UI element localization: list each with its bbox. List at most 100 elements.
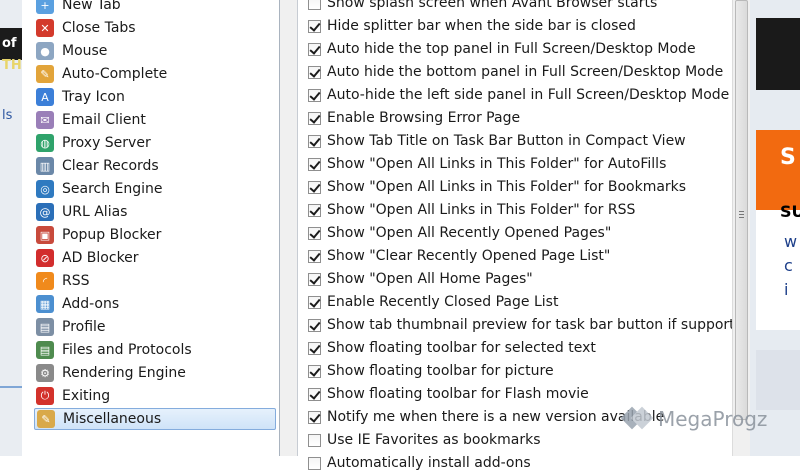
tree-item[interactable]: ⊘ AD Blocker	[34, 247, 276, 269]
option-checkbox[interactable]	[308, 433, 321, 447]
option-row[interactable]: Enable Recently Closed Page List	[308, 291, 558, 313]
option-label: Show "Open All Links in This Folder" for…	[327, 156, 667, 172]
option-label: Hide splitter bar when the side bar is c…	[327, 18, 636, 34]
tree-item-label: Close Tabs	[62, 20, 136, 36]
tree-item[interactable]: @ URL Alias	[34, 201, 276, 223]
tree-item-label: Add-ons	[62, 296, 120, 312]
tree-item[interactable]: ◍ Proxy Server	[34, 132, 276, 154]
option-checkbox[interactable]	[308, 295, 321, 309]
files-protocols-icon: ▤	[36, 341, 54, 359]
option-checkbox[interactable]	[308, 318, 321, 332]
option-label: Enable Recently Closed Page List	[327, 294, 559, 310]
option-row[interactable]: Show "Open All Links in This Folder" for…	[308, 153, 666, 175]
tree-item[interactable]: A Tray Icon	[34, 86, 276, 108]
tree-item-label: Popup Blocker	[62, 227, 162, 243]
option-checkbox[interactable]	[308, 0, 321, 10]
option-checkbox[interactable]	[308, 203, 321, 217]
tree-item[interactable]: ✉ Email Client	[34, 109, 276, 131]
option-checkbox[interactable]	[308, 364, 321, 378]
tree-item-label: Profile	[62, 319, 106, 335]
tree-item[interactable]: ▤ Profile	[34, 316, 276, 338]
option-row[interactable]: Use IE Favorites as bookmarks	[308, 429, 541, 451]
scrollbar-grip	[739, 217, 744, 218]
tree-item[interactable]: ▤ Files and Protocols	[34, 339, 276, 361]
options-category-tree: + New Tab ✕ Close Tabs ● Mouse ✎ Auto-Complete A…	[22, 0, 280, 456]
option-row[interactable]: Auto hide the bottom panel in Full Scree…	[308, 61, 723, 83]
option-label: Show tab thumbnail preview for task bar …	[327, 317, 753, 333]
close-tabs-icon: ✕	[36, 19, 54, 37]
option-checkbox[interactable]	[308, 272, 321, 286]
background-text-fragment: i	[784, 280, 789, 299]
option-row[interactable]: Show tab thumbnail preview for task bar …	[308, 314, 752, 336]
option-checkbox[interactable]	[308, 111, 321, 125]
option-label: Use IE Favorites as bookmarks	[327, 432, 541, 448]
option-checkbox[interactable]	[308, 157, 321, 171]
splitter[interactable]	[280, 0, 298, 456]
miscellaneous-icon: ✎	[37, 410, 55, 428]
tray-icon: A	[36, 88, 54, 106]
tree-item-label: URL Alias	[62, 204, 128, 220]
option-label: Auto hide the top panel in Full Screen/D…	[327, 41, 696, 57]
tree-item-label: Clear Records	[62, 158, 159, 174]
scrollbar-grip	[739, 211, 744, 212]
popup-blocker-icon: ▣	[36, 226, 54, 244]
option-row[interactable]: Show "Clear Recently Opened Page List"	[308, 245, 610, 267]
option-row[interactable]: Enable Browsing Error Page	[308, 107, 520, 129]
option-checkbox[interactable]	[308, 19, 321, 33]
option-checkbox[interactable]	[308, 249, 321, 263]
tree-item[interactable]: ⏻ Exiting	[34, 385, 276, 407]
option-checkbox[interactable]	[308, 65, 321, 79]
tree-item-label: Rendering Engine	[62, 365, 186, 381]
tree-item-label: Exiting	[62, 388, 111, 404]
tree-item[interactable]: ◜ RSS	[34, 270, 276, 292]
auto-complete-icon: ✎	[36, 65, 54, 83]
option-row[interactable]: Hide splitter bar when the side bar is c…	[308, 15, 636, 37]
option-row[interactable]: Automatically install add-ons	[308, 452, 531, 474]
tree-item[interactable]: ● Mouse	[34, 40, 276, 62]
background-browser-right: S SU w c i	[750, 0, 800, 456]
option-checkbox[interactable]	[308, 42, 321, 56]
background-text-fragment: THI	[2, 58, 22, 73]
option-row[interactable]: Show Tab Title on Task Bar Button in Com…	[308, 130, 686, 152]
watermark-text: MegaProgz	[658, 407, 768, 431]
option-label: Show Tab Title on Task Bar Button in Com…	[327, 133, 686, 149]
tree-item[interactable]: ▥ Clear Records	[34, 155, 276, 177]
option-row[interactable]: Show floating toolbar for Flash movie	[308, 383, 589, 405]
option-checkbox[interactable]	[308, 226, 321, 240]
tree-item[interactable]: ▦ Add-ons	[34, 293, 276, 315]
option-checkbox[interactable]	[308, 387, 321, 401]
option-checkbox[interactable]	[308, 88, 321, 102]
tree-item[interactable]: ⚙ Rendering Engine	[34, 362, 276, 384]
option-checkbox[interactable]	[308, 456, 321, 470]
tree-item[interactable]: ◎ Search Engine	[34, 178, 276, 200]
tree-item[interactable]: ▣ Popup Blocker	[34, 224, 276, 246]
option-label: Show splash screen when Avant Browser st…	[327, 0, 658, 11]
option-checkbox[interactable]	[308, 134, 321, 148]
option-row[interactable]: Show "Open All Links in This Folder" for…	[308, 199, 635, 221]
tree-item[interactable]: ✎ Miscellaneous	[34, 408, 276, 430]
tree-item[interactable]: + New Tab	[34, 0, 276, 16]
scrollbar-grip	[739, 214, 744, 215]
scrollbar-thumb[interactable]	[735, 0, 748, 420]
tree-item[interactable]: ✎ Auto-Complete	[34, 63, 276, 85]
option-row[interactable]: Auto-hide the left side panel in Full Sc…	[308, 84, 729, 106]
option-row[interactable]: Show floating toolbar for picture	[308, 360, 554, 382]
option-checkbox[interactable]	[308, 410, 321, 424]
option-row[interactable]: Show "Open All Links in This Folder" for…	[308, 176, 686, 198]
option-label: Notify me when there is a new version av…	[327, 409, 665, 425]
email-icon: ✉	[36, 111, 54, 129]
mouse-icon: ●	[36, 42, 54, 60]
option-checkbox[interactable]	[308, 341, 321, 355]
option-row[interactable]: Show splash screen when Avant Browser st…	[308, 0, 657, 14]
option-row[interactable]: Notify me when there is a new version av…	[308, 406, 664, 428]
option-row[interactable]: Auto hide the top panel in Full Screen/D…	[308, 38, 696, 60]
option-row[interactable]: Show "Open All Home Pages"	[308, 268, 533, 290]
option-checkbox[interactable]	[308, 180, 321, 194]
option-row[interactable]: Show floating toolbar for selected text	[308, 337, 596, 359]
option-row[interactable]: Show "Open All Recently Opened Pages"	[308, 222, 611, 244]
options-scrollbar[interactable]	[732, 0, 750, 456]
search-engine-icon: ◎	[36, 180, 54, 198]
option-label: Enable Browsing Error Page	[327, 110, 521, 126]
tree-item[interactable]: ✕ Close Tabs	[34, 17, 276, 39]
tree-item-label: New Tab	[62, 0, 121, 13]
